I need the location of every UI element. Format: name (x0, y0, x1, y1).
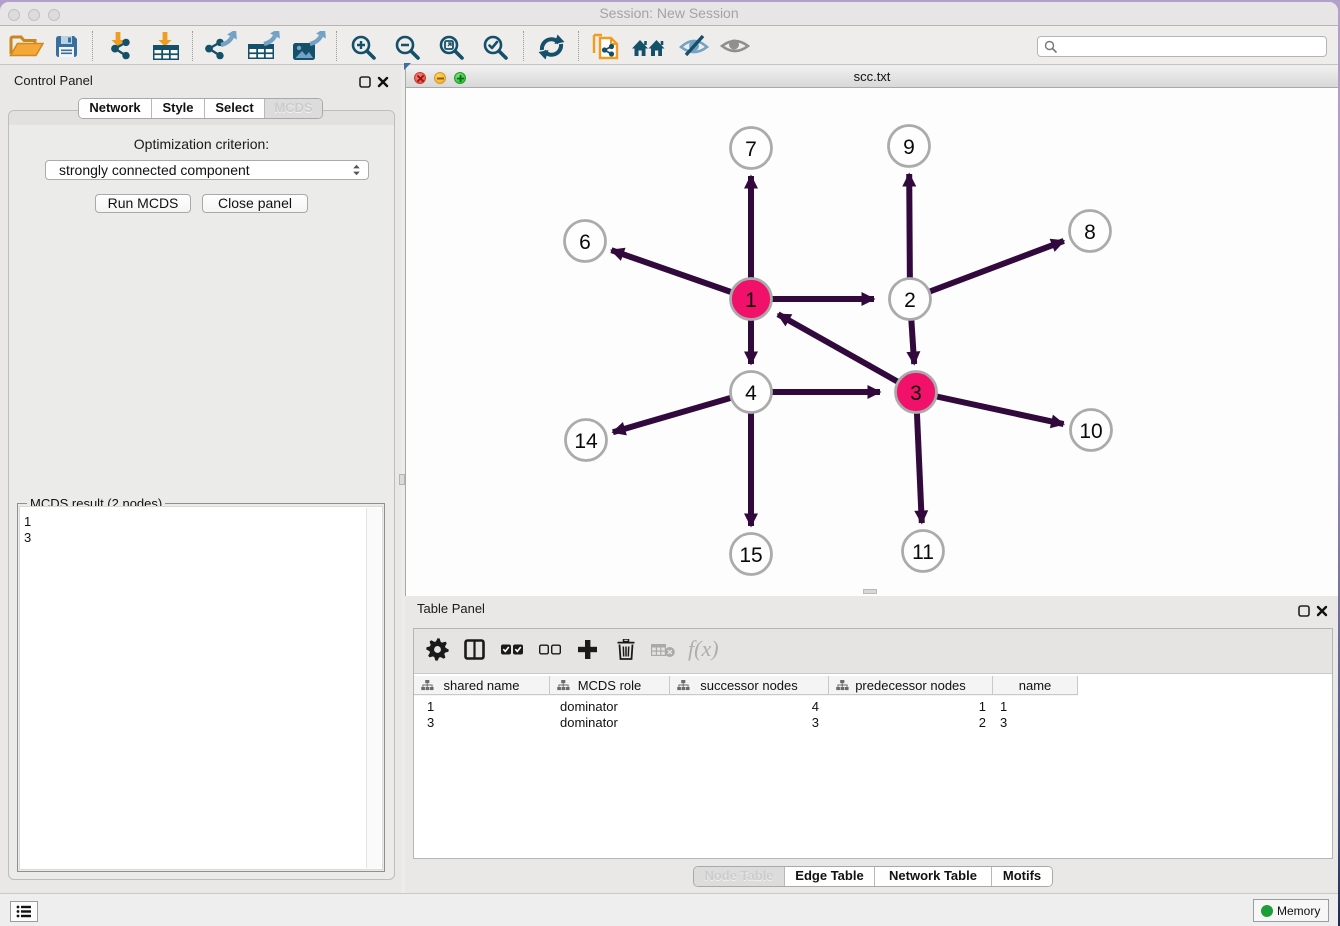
svg-text:4: 4 (745, 382, 757, 405)
svg-text:2: 2 (904, 289, 916, 312)
svg-text:10: 10 (1079, 420, 1102, 443)
svg-text:15: 15 (739, 544, 762, 567)
svg-text:7: 7 (745, 138, 757, 161)
svg-text:11: 11 (912, 541, 934, 564)
svg-text:6: 6 (579, 231, 591, 254)
svg-text:9: 9 (903, 136, 915, 159)
svg-text:1: 1 (745, 289, 757, 312)
svg-text:8: 8 (1084, 221, 1096, 244)
svg-text:14: 14 (574, 430, 598, 453)
svg-text:3: 3 (910, 382, 922, 405)
